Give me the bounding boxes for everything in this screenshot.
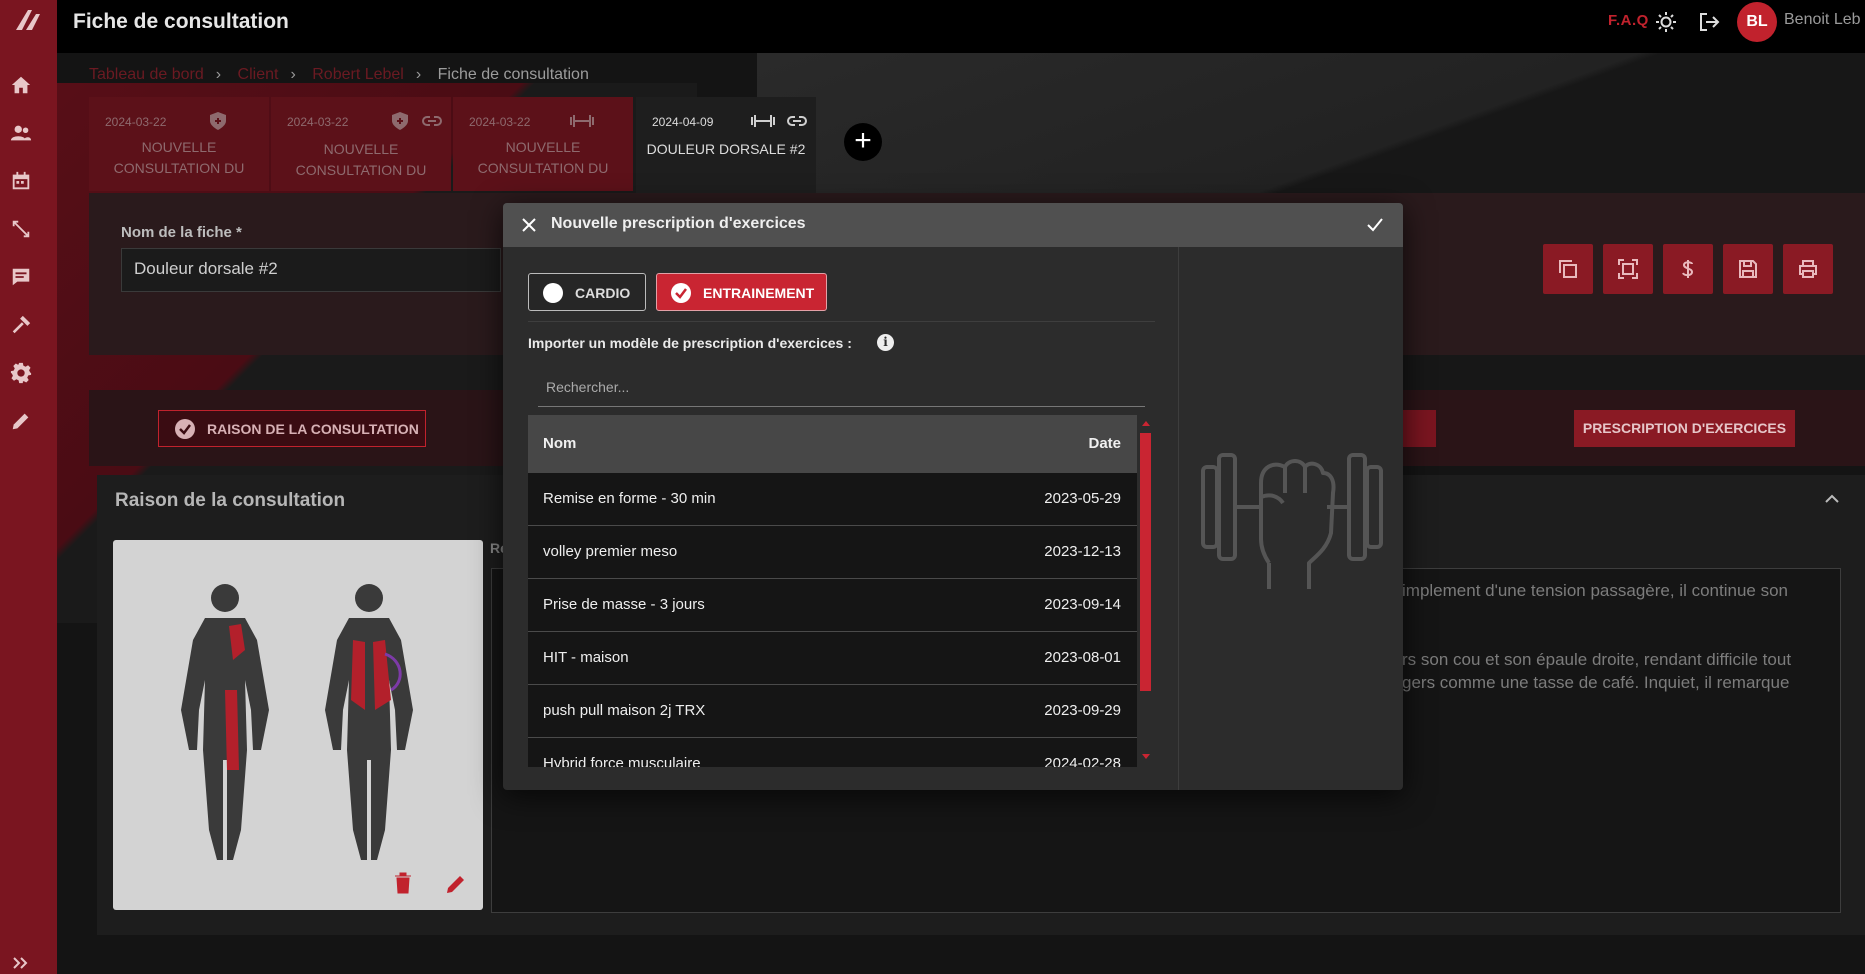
user-name[interactable]: Benoit Leb [1784, 11, 1861, 29]
expand-icon[interactable] [13, 956, 31, 969]
dumbbell-icon [750, 111, 775, 131]
table-row[interactable]: Remise en forme - 30 min 2023-05-29 [528, 473, 1137, 526]
link-icon [421, 111, 443, 131]
reason-text-line: implement d'une tension passagère, il co… [1402, 581, 1788, 600]
measure-icon[interactable] [10, 218, 32, 240]
breadcrumb-client-name[interactable]: Robert Lebel [312, 66, 404, 83]
calendar-icon[interactable] [10, 170, 32, 192]
shield-icon [389, 111, 411, 131]
consultation-tab[interactable]: 2024-03-22 NOUVELLE CONSULTATION DU [453, 97, 633, 191]
check-circle-icon [671, 283, 691, 303]
copy-button[interactable] [1543, 244, 1593, 294]
tab-title: NOUVELLE CONSULTATION DU [477, 139, 609, 176]
reason-section-button[interactable]: RAISON DE LA CONSULTATION [158, 410, 426, 447]
home-icon[interactable] [10, 74, 32, 96]
tab-date: 2024-03-22 [469, 115, 531, 129]
print-button[interactable] [1783, 244, 1833, 294]
theme-toggle-icon[interactable] [1655, 11, 1677, 33]
scroll-up-icon[interactable] [1142, 421, 1150, 426]
modal-header: Nouvelle prescription d'exercices [503, 203, 1403, 247]
settings-icon[interactable] [10, 362, 32, 384]
table-row[interactable]: push pull maison 2j TRX 2023-09-29 [528, 685, 1137, 738]
name-field[interactable]: Douleur dorsale #2 [121, 248, 501, 292]
tab-date: 2024-04-09 [652, 115, 714, 129]
search-input[interactable] [538, 367, 1145, 406]
prescription-section-button[interactable]: PRESCRIPTION D'EXERCICES [1574, 410, 1795, 447]
consultation-tab[interactable]: 2024-03-22 NOUVELLE CONSULTATION DU [271, 97, 451, 191]
avatar[interactable]: BL [1737, 2, 1777, 42]
name-field-label: Nom de la fiche * [121, 224, 242, 241]
templates-table: Nom Date Remise en forme - 30 min 2023-05… [528, 415, 1137, 767]
reason-text-line: gers comme une tasse de café. Inquiet, i… [1402, 673, 1790, 692]
faq-link[interactable]: F.A.Q [1608, 12, 1649, 29]
page-title: Fiche de consultation [73, 10, 289, 33]
clients-icon[interactable] [10, 122, 32, 144]
edit-icon[interactable] [10, 410, 32, 432]
sidebar [0, 0, 57, 974]
chat-icon[interactable] [10, 266, 32, 288]
dumbbell-illustration-icon [1199, 453, 1389, 593]
breadcrumb-dashboard[interactable]: Tableau de bord [89, 66, 204, 83]
scan-button[interactable] [1603, 244, 1653, 294]
confirm-check-icon[interactable] [1365, 215, 1385, 235]
modal-title: Nouvelle prescription d'exercices [551, 215, 806, 232]
training-toggle[interactable]: ENTRAINEMENT [656, 273, 827, 311]
breadcrumb-client[interactable]: Client [238, 66, 279, 83]
logout-icon[interactable] [1697, 10, 1721, 34]
check-circle-icon [175, 419, 195, 439]
tools-icon[interactable] [10, 314, 32, 336]
shield-icon [207, 111, 229, 131]
scrollbar-thumb[interactable] [1140, 433, 1151, 691]
tab-date: 2024-03-22 [105, 115, 167, 129]
table-row[interactable]: Prise de masse - 3 jours 2023-09-14 [528, 579, 1137, 632]
dumbbell-icon [569, 111, 594, 131]
column-name-header[interactable]: Nom [543, 435, 576, 452]
reason-text-line: rs son cou et son épaule droite, rendant… [1402, 650, 1792, 669]
scroll-down-icon[interactable] [1142, 754, 1150, 759]
pencil-icon[interactable] [444, 872, 468, 896]
body-map-image[interactable] [113, 540, 483, 910]
top-bar: Fiche de consultation F.A.Q BL Benoit Le… [57, 0, 1865, 53]
close-icon[interactable] [521, 217, 537, 233]
consultation-tab-active[interactable]: 2024-04-09 DOULEUR DORSALE #2 [636, 97, 816, 195]
link-icon [786, 111, 808, 131]
tab-title: NOUVELLE CONSULTATION DU [295, 141, 427, 178]
chevron-up-icon[interactable] [1822, 492, 1842, 506]
breadcrumb-current: Fiche de consultation [437, 66, 589, 83]
table-header: Nom Date [528, 415, 1137, 473]
import-template-label: Importer un modèle de prescription d'exe… [528, 335, 852, 351]
tab-title: NOUVELLE CONSULTATION DU [113, 139, 245, 176]
app-logo[interactable] [12, 6, 44, 34]
add-tab-button[interactable]: + [844, 123, 882, 161]
search-field [538, 367, 1145, 407]
radio-off-icon [543, 283, 563, 303]
cardio-toggle[interactable]: CARDIO [528, 273, 646, 311]
column-date-header[interactable]: Date [1088, 435, 1121, 452]
section-title: Raison de la consultation [115, 490, 346, 511]
tab-date: 2024-03-22 [287, 115, 349, 129]
info-icon[interactable]: i [877, 334, 894, 351]
breadcrumb: Tableau de bord › Client › Robert Lebel › F… [89, 66, 589, 83]
billing-button[interactable] [1663, 244, 1713, 294]
table-row[interactable]: Hybrid force musculaire 2024-02-28 [528, 738, 1137, 767]
tab-title: DOULEUR DORSALE #2 [646, 141, 806, 157]
prescription-modal: Nouvelle prescription d'exercices CARDIO… [503, 203, 1403, 790]
consultation-tab[interactable]: 2024-03-22 NOUVELLE CONSULTATION DU [89, 97, 269, 191]
table-row[interactable]: volley premier meso 2023-12-13 [528, 526, 1137, 579]
table-row[interactable]: HIT - maison 2023-08-01 [528, 632, 1137, 685]
save-button[interactable] [1723, 244, 1773, 294]
trash-icon[interactable] [394, 872, 412, 894]
